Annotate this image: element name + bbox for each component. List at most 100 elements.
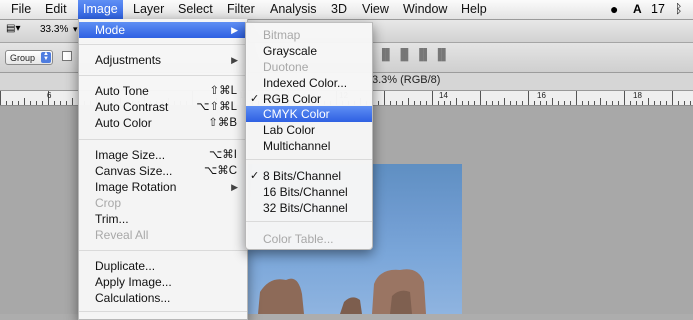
menu-separator [79,75,247,76]
menu-separator [79,311,247,312]
image-menu-item-apply-image[interactable]: Apply Image... [79,274,247,290]
shortcut-label: ⌥⇧⌘L [196,101,237,113]
image-menu-item-duplicate[interactable]: Duplicate... [79,258,247,274]
image-menu-item-image-rotation[interactable]: Image Rotation ▶ [79,179,247,195]
show-controls-checkbox[interactable] [62,51,72,61]
mode-menu-item-rgb-color[interactable]: ✓ RGB Color [246,91,372,107]
mode-menu-item-lab-color[interactable]: Lab Color [246,122,372,138]
mode-menu-item-32-bits-channel[interactable]: 32 Bits/Channel [246,200,372,216]
image-menu-item-adjustments[interactable]: Adjustments ▶ [79,52,247,68]
image-menu-item-trim[interactable]: Trim... [79,211,247,227]
shortcut-label: ⌥⌘I [209,149,237,161]
mode-submenu: Bitmap Grayscale Duotone Indexed Color... ✓ R… [245,22,373,250]
mode-menu-item-label: Bitmap [263,28,301,42]
ruler-tick [432,91,433,105]
menu-separator [79,250,247,251]
ruler-tick [0,91,1,105]
group-select[interactable]: Group ▲ ▼ [5,50,53,65]
ruler-tick [522,101,523,105]
ruler-tick [690,101,691,105]
mode-menu-item-8-bits-channel[interactable]: ✓ 8 Bits/Channel [246,168,372,184]
ruler-tick [462,101,463,105]
ruler-tick [606,101,607,105]
image-menu-item-label: Auto Contrast [95,100,169,114]
mode-menu-item-label: Color Table... [263,232,334,246]
image-menu-item-canvas-size[interactable]: Canvas Size... ⌥⌘C [79,163,247,179]
submenu-arrow-icon: ▶ [231,25,238,35]
ruler-tick [540,101,541,105]
image-menu-item-label: Reveal All [95,228,149,242]
mode-menu-item-indexed-color[interactable]: Indexed Color... [246,75,372,91]
layout-icon[interactable]: ▤▾ [6,23,20,34]
ruler-tick [498,101,499,105]
calendar-badge[interactable]: 17 [651,0,665,19]
mode-menu-item-label: Multichannel [263,139,331,153]
menu-window[interactable]: Window [398,0,452,19]
menu-layer[interactable]: Layer [128,0,169,19]
mode-menu-item-16-bits-channel[interactable]: 16 Bits/Channel [246,184,372,200]
mode-menu-item-color-table[interactable]: Color Table... [246,231,372,247]
image-menu-item-reveal-all[interactable]: Reveal All [79,227,247,243]
mode-menu-item-label: Indexed Color... [263,76,348,90]
image-menu-item-mode[interactable]: Mode ▶ [79,22,247,38]
menu-filter[interactable]: Filter [222,0,260,19]
ruler-tick [558,101,559,105]
image-menu-item-auto-tone[interactable]: Auto Tone ⇧⌘L [79,83,247,99]
mode-menu-item-cmyk-color[interactable]: CMYK Color [246,106,372,122]
align-icons[interactable]: ▐▌ ▐▌ ▐▌ ▐▌ [378,49,450,61]
mode-menu-item-label: RGB Color [263,92,322,106]
shortcut-label: ⌥⌘C [203,165,237,177]
stepper-icon: ▲ ▼ [41,51,51,63]
menu-separator [79,139,247,140]
mode-menu-item-label: 32 Bits/Channel [263,201,348,215]
mode-menu-item-duotone[interactable]: Duotone [246,59,372,75]
menu-image[interactable]: Image [78,0,123,19]
ruler-tick [414,101,415,105]
ruler-tick [378,101,379,105]
mode-menu-item-label: CMYK Color [263,107,330,121]
menu-analysis[interactable]: Analysis [265,0,322,19]
image-menu-item-calculations[interactable]: Calculations... [79,290,247,306]
image-menu-item-crop[interactable]: Crop [79,195,247,211]
ruler-tick [456,98,457,105]
image-menu-item-image-size[interactable]: Image Size... ⌥⌘I [79,147,247,163]
mode-menu-item-label: Duotone [263,60,309,74]
ruler-tick [654,101,655,105]
image-menu-item-auto-color[interactable]: Auto Color ⇧⌘B [79,115,247,131]
mode-menu-item-multichannel[interactable]: Multichannel [246,138,372,154]
menu-select[interactable]: Select [173,0,218,19]
ruler-tick [624,91,625,105]
ruler-tick [18,101,19,105]
ruler-tick [528,91,529,105]
menu-file[interactable]: File [6,0,36,19]
mode-menu-item-grayscale[interactable]: Grayscale [246,43,372,59]
menu-3d[interactable]: 3D [326,0,352,19]
ruler-tick [474,101,475,105]
image-menu-item-label: Image Rotation [95,180,177,194]
bluetooth-icon[interactable]: ᛒ [675,0,683,19]
adobe-icon[interactable]: A [633,0,642,19]
image-menu-item-auto-contrast[interactable]: Auto Contrast ⌥⇧⌘L [79,99,247,115]
ruler-tick [666,101,667,105]
zoom-dropdown-icon[interactable]: ▾ [73,24,78,35]
checkmark-icon: ✓ [250,93,260,105]
zoom-level[interactable]: 33.3% [40,24,68,35]
menu-edit[interactable]: Edit [40,0,72,19]
ruler-tick [570,101,571,105]
checkmark-icon: ✓ [250,170,260,182]
ruler-label: 18 [633,91,642,100]
ruler-tick [504,98,505,105]
ruler-tick [480,91,481,105]
status-icon[interactable]: ● [610,0,618,19]
ruler-tick [618,101,619,105]
mode-menu-item-bitmap[interactable]: Bitmap [246,27,372,43]
document-title: 3.3% (RGB/8) [372,74,441,86]
menu-help[interactable]: Help [456,0,492,19]
ruler-tick [438,101,439,105]
ruler-tick [6,101,7,105]
image-menu-item-label: Adjustments [95,53,162,67]
ruler-tick [384,91,385,105]
ruler-tick [576,91,577,105]
ruler-tick [42,101,43,105]
menu-view[interactable]: View [357,0,394,19]
